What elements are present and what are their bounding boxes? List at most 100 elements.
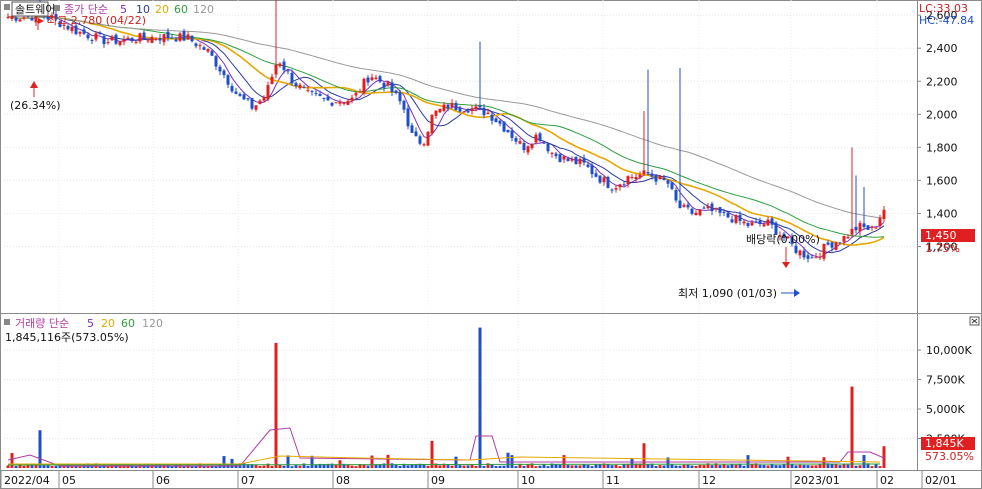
candle-body (578, 158, 582, 164)
volume-bar (462, 465, 466, 468)
ma-legend-icon (54, 5, 60, 11)
candle-body (386, 81, 390, 86)
candle-body (378, 76, 382, 82)
high-marker-label: 최고 2,780 (04/22) (47, 14, 146, 27)
volume-bar (466, 465, 470, 468)
volume-bar (610, 465, 614, 468)
date-tick-label: 2022/04 (4, 474, 50, 487)
volume-bar (614, 464, 618, 468)
candle-body (722, 211, 726, 213)
volume-bar (690, 465, 694, 468)
candle-body (614, 188, 618, 190)
candle-body (570, 159, 574, 161)
candle-body (146, 40, 150, 42)
candle-body (274, 64, 278, 75)
volume-bar (722, 464, 726, 468)
volume-bar (522, 466, 526, 468)
volume-readout: 1,845,116주(573.05%) (5, 331, 129, 344)
candle-body (842, 235, 846, 242)
current-volume-ratio: 573.05% (925, 450, 974, 463)
date-tick-label: 08 (336, 474, 350, 487)
price-tick-label: 2,400 (926, 42, 958, 55)
volume-bar (482, 466, 486, 468)
candle-body (218, 66, 222, 72)
date-tick-label: 05 (62, 474, 76, 487)
volume-bar (370, 455, 374, 468)
candle-body (334, 102, 338, 104)
candle-body (490, 114, 494, 121)
candle-body (458, 107, 462, 112)
volume-bar (554, 464, 558, 468)
candle-body (82, 29, 86, 34)
candle-body (702, 207, 706, 209)
price-tick-label: 1,600 (926, 174, 958, 187)
price-panel-menu-icon[interactable] (4, 4, 10, 10)
candle-body (254, 105, 258, 110)
volume-bar (682, 464, 686, 468)
candle-body (10, 16, 14, 19)
ma-legend-60: 60 (174, 3, 188, 16)
candle-body (798, 250, 802, 256)
candle-body (338, 101, 342, 104)
date-tick-label: 02/01 (925, 474, 957, 487)
candle-body (718, 207, 722, 213)
candle-body (474, 106, 478, 110)
volume-bar (306, 465, 310, 468)
volume-bar (494, 466, 498, 468)
candle-body (662, 178, 666, 181)
volume-bar (354, 466, 358, 468)
stock-chart[interactable]: 1,2001,4001,6001,8002,0002,2002,4002,600… (0, 0, 982, 489)
volume-bar (262, 465, 266, 468)
volume-bar (406, 465, 410, 468)
candle-body (678, 200, 682, 209)
volume-bar (286, 455, 290, 468)
candle-body (450, 103, 454, 108)
volume-bar (662, 465, 666, 468)
date-tick-label: 2023/01 (794, 474, 840, 487)
vol-legend-5: 5 (87, 317, 94, 330)
candle-body (442, 104, 446, 111)
volume-bar (762, 464, 766, 468)
volume-bar (390, 463, 394, 468)
candle-body (306, 89, 310, 91)
volume-tick-label: 7,500K (926, 374, 965, 387)
date-tick-label: 02 (880, 474, 894, 487)
candle-body (862, 223, 866, 228)
candle-body (510, 130, 514, 138)
candle-body (462, 111, 466, 113)
candle-body (250, 98, 254, 109)
volume-bar (858, 465, 862, 468)
volume-bar (698, 464, 702, 468)
candle-body (742, 221, 746, 224)
candle-body (670, 182, 674, 189)
candle-body (158, 38, 162, 41)
candle-body (194, 43, 198, 47)
candle-body (394, 90, 398, 94)
candle-body (102, 36, 106, 45)
volume-bar (446, 465, 450, 468)
candle-body (354, 92, 358, 96)
dividend-marker-label: 배당락(0.00%) (746, 233, 820, 246)
volume-bar (458, 465, 462, 468)
candle-body (130, 37, 134, 42)
candle-body (326, 96, 330, 101)
candle-body (374, 77, 378, 79)
volume-bar (590, 466, 594, 468)
candle-body (310, 91, 314, 93)
candle-body (750, 222, 754, 226)
candle-body (150, 37, 154, 43)
candle-body (358, 91, 362, 93)
current-price-change: 1.75% (925, 242, 960, 255)
candle-body (834, 242, 838, 250)
candle-body (518, 141, 522, 144)
candle-body (706, 206, 710, 209)
candle-body (246, 98, 250, 100)
candle-body (98, 32, 102, 35)
volume-bar (586, 464, 590, 468)
date-tick-label: 10 (521, 474, 535, 487)
candle-body (762, 224, 766, 227)
volume-panel-menu-icon[interactable] (4, 319, 10, 325)
volume-bar (258, 466, 262, 468)
current-volume-value: 1,845K (925, 437, 964, 450)
candle-body (582, 157, 586, 163)
